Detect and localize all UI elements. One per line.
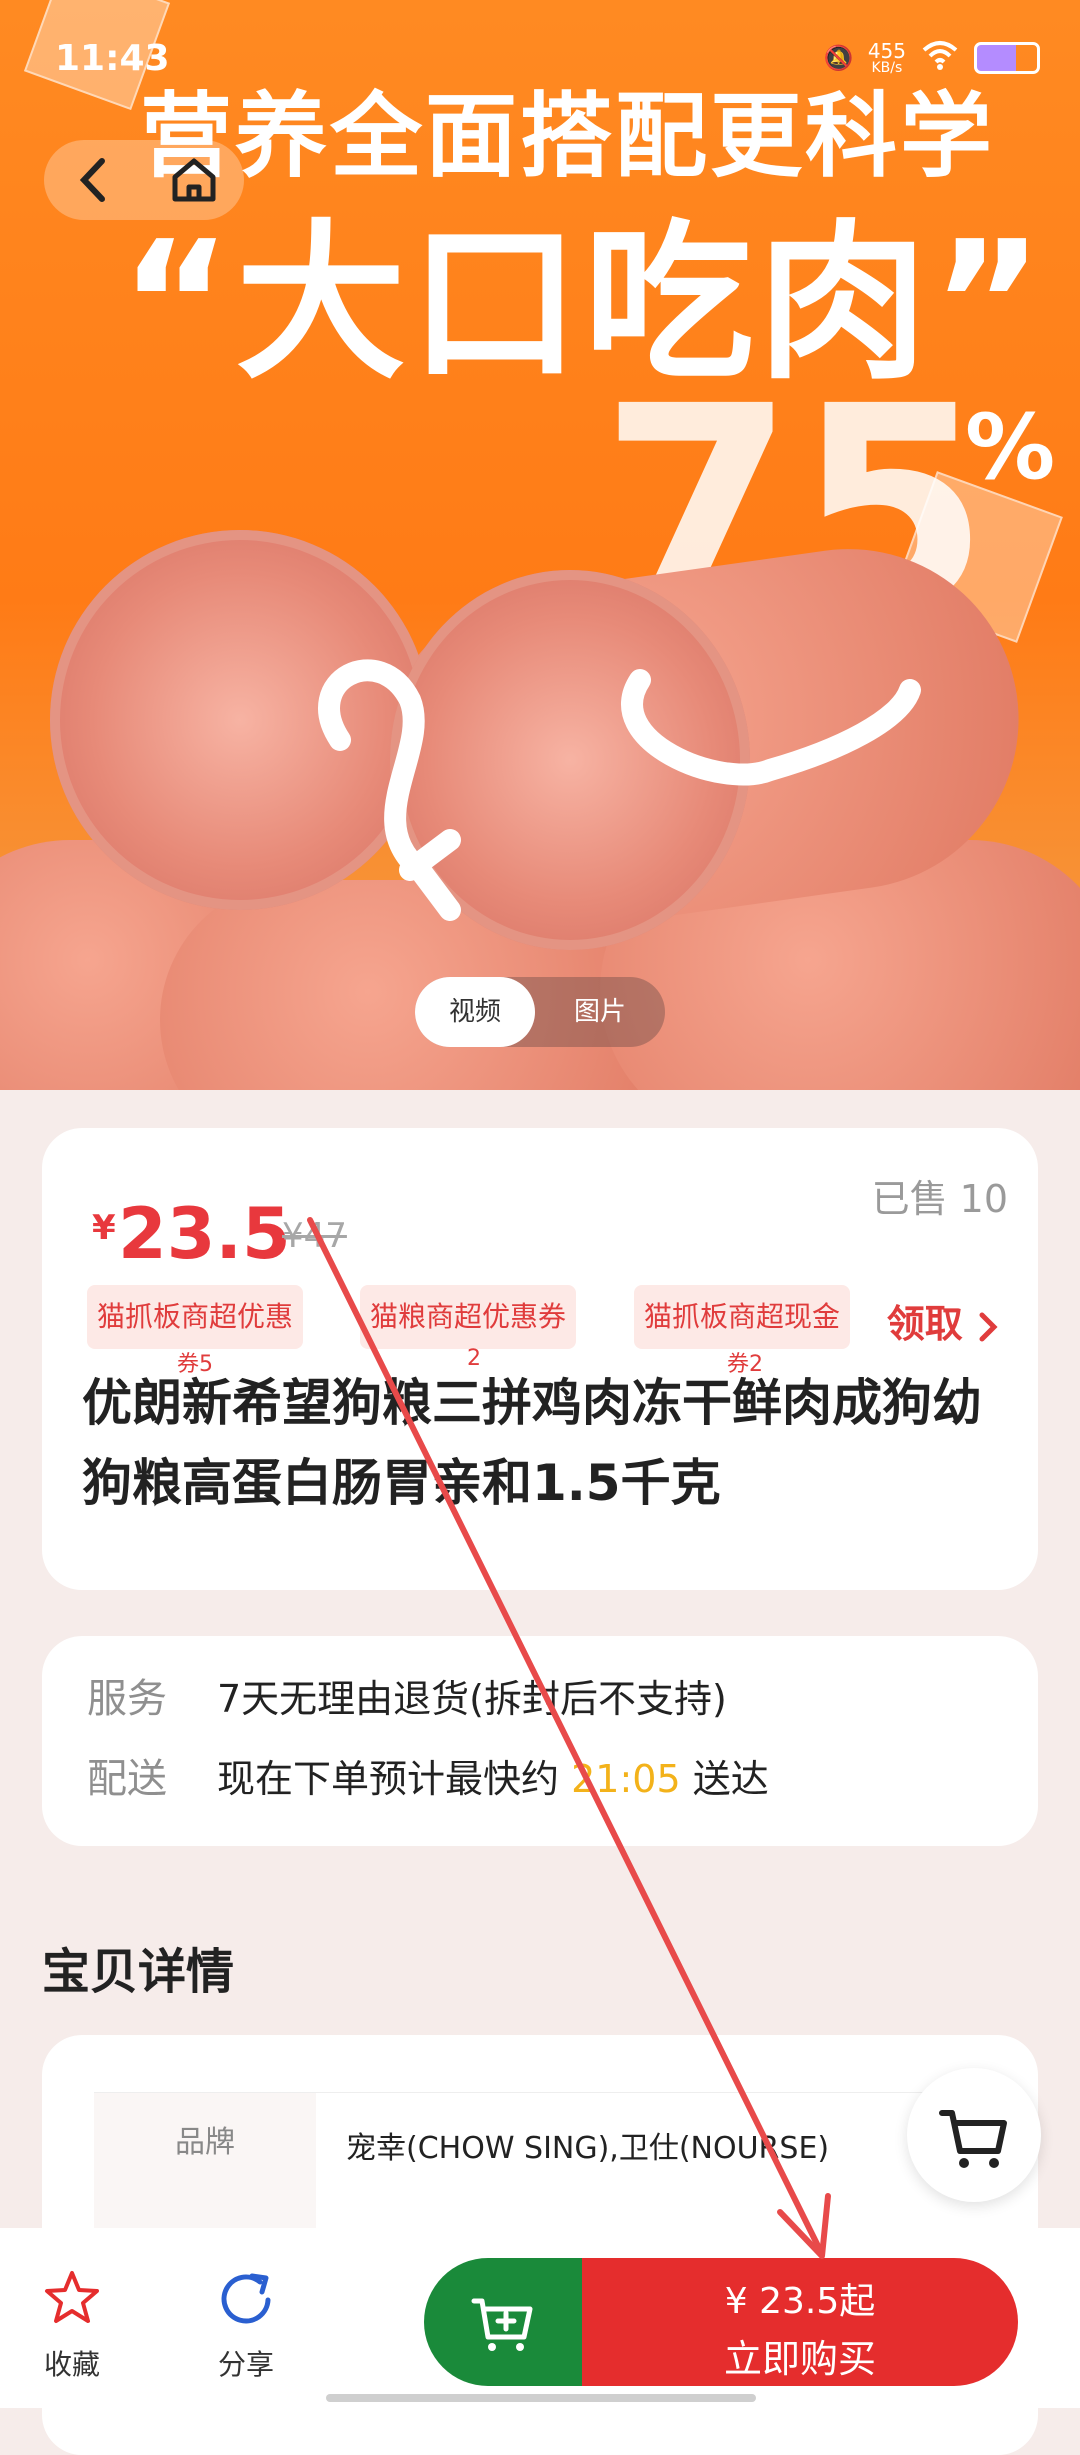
back-button[interactable] — [59, 145, 129, 215]
buy-price: ¥ 23.5起 — [724, 2281, 876, 2322]
sold-count: 已售 10 — [871, 1177, 1008, 1221]
add-cart-icon — [471, 2298, 533, 2351]
product-title: 优朗新希望狗粮三拼鸡肉冻干鲜肉成狗幼狗粮高蛋白肠胃亲和1.5千克 — [82, 1374, 982, 1512]
delivery-row: 配送 现在下单预计最快约 21:05 送达 — [87, 1746, 769, 1804]
price-currency: ¥ — [92, 1208, 116, 1248]
hero-percent-sign: % — [965, 395, 1056, 500]
net-speed-value: 455 — [867, 39, 906, 63]
net-speed: 455 KB/s — [868, 41, 906, 75]
net-speed-unit: KB/s — [871, 60, 903, 76]
favorite-label: 收藏 — [43, 2348, 100, 2381]
coupon-tag[interactable]: 猫抓板商超现金 — [634, 1285, 851, 1349]
price-card: 已售 10 ¥ 23.5 ¥47 猫抓板商超优惠 券5 猫粮商超优惠券 2 猫抓… — [42, 1128, 1038, 1590]
service-label: 服务 — [87, 1676, 167, 1722]
mascot-line-art — [318, 659, 921, 921]
buy-label: 立即购买 — [723, 2337, 876, 2381]
coupon-tag[interactable]: 猫抓板商超优惠 — [87, 1285, 304, 1349]
claim-label: 领取 — [886, 1302, 963, 1346]
attribute-key: 品牌 — [94, 2093, 316, 2243]
bottom-action-bar: 收藏 分享 ¥ 23.5起 立即购买 — [0, 2228, 1080, 2408]
mute-icon: 🔕 — [823, 44, 854, 72]
service-card[interactable]: 服务 7天无理由退货(拆封后不支持) 配送 现在下单预计最快约 21:05 送达 — [42, 1636, 1038, 1846]
wifi-icon — [920, 40, 960, 76]
star-icon — [45, 2271, 99, 2323]
add-to-cart-button[interactable] — [424, 2258, 582, 2386]
tab-image[interactable]: 图片 — [545, 977, 655, 1047]
tab-video[interactable]: 视频 — [415, 977, 535, 1047]
share-button[interactable]: 分享 — [196, 2268, 296, 2383]
coupon-tag[interactable]: 猫粮商超优惠券 — [360, 1285, 577, 1349]
home-indicator[interactable] — [326, 2394, 756, 2402]
service-row: 服务 7天无理由退货(拆封后不支持) — [87, 1666, 727, 1724]
media-tabs: 视频 图片 — [415, 977, 665, 1047]
delivery-time: 21:05 — [571, 1756, 681, 1801]
delivery-value: 现在下单预计最快约 21:05 送达 — [217, 1748, 769, 1803]
share-icon — [221, 2273, 271, 2324]
delivery-label: 配送 — [87, 1756, 167, 1802]
home-button[interactable] — [159, 145, 229, 215]
attribute-table: 品牌 宠幸(CHOW SING),卫仕(NOURSE) — [94, 2092, 984, 2243]
buy-now-button[interactable]: ¥ 23.5起 立即购买 — [582, 2258, 1018, 2386]
claim-coupon-button[interactable]: 领取 — [887, 1293, 1000, 1348]
status-icons: 🔕 455 KB/s — [824, 40, 1040, 76]
share-label: 分享 — [217, 2348, 274, 2381]
battery-icon — [974, 42, 1040, 74]
purchase-group: ¥ 23.5起 立即购买 — [424, 2258, 1018, 2386]
delivery-suffix: 送达 — [692, 1756, 769, 1801]
service-value: 7天无理由退货(拆封后不支持) — [217, 1676, 727, 1721]
status-time: 11:43 — [55, 38, 170, 79]
home-icon — [172, 158, 216, 202]
favorite-button[interactable]: 收藏 — [22, 2268, 122, 2383]
chevron-left-icon — [79, 158, 105, 202]
chevron-right-icon — [979, 1312, 998, 1341]
delivery-prefix: 现在下单预计最快约 — [217, 1756, 560, 1801]
price-value: 23.5 — [118, 1193, 291, 1275]
nav-pill — [44, 140, 244, 220]
attribute-value: 宠幸(CHOW SING),卫仕(NOURSE) — [346, 2131, 830, 2166]
cart-icon — [939, 2110, 1007, 2168]
details-heading: 宝贝详情 — [42, 1944, 235, 2000]
original-price: ¥47 — [282, 1216, 347, 1256]
floating-cart-button[interactable] — [907, 2068, 1041, 2202]
